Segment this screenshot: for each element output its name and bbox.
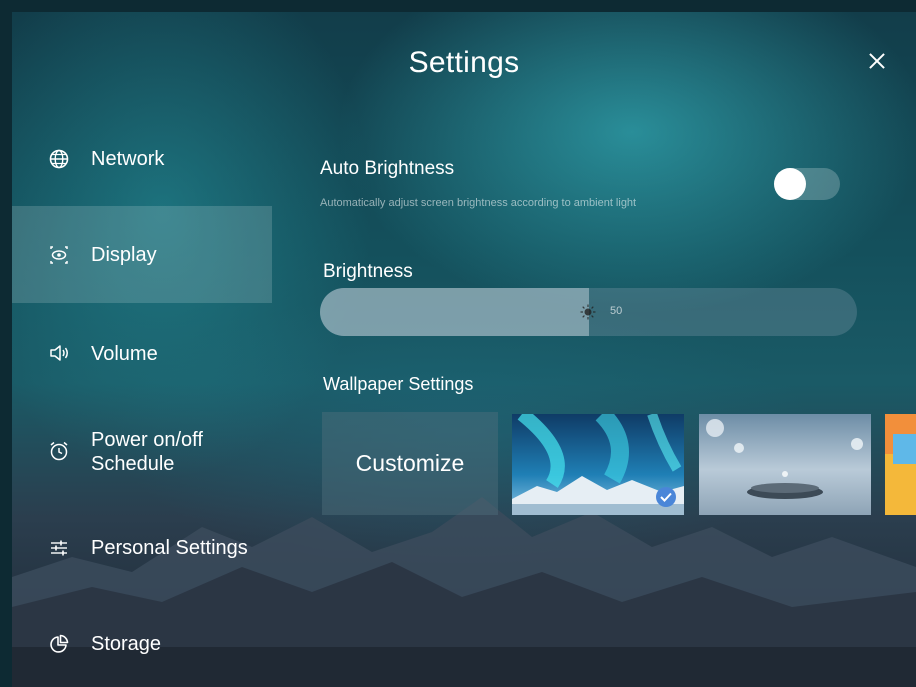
toggle-knob <box>774 168 806 200</box>
sidebar-item-volume[interactable]: Volume <box>12 303 272 400</box>
brightness-slider-fill <box>320 288 589 336</box>
speaker-icon <box>50 345 68 361</box>
sidebar-item-network[interactable]: Network <box>12 110 272 207</box>
sidebar-item-label: Display <box>91 244 157 266</box>
wallpaper-thumbnail-droplets[interactable] <box>699 414 871 515</box>
sidebar-item-label: Network <box>91 148 165 170</box>
selected-check-icon <box>656 487 676 507</box>
water-droplets-image <box>699 414 871 515</box>
wallpaper-thumbnail-abstract[interactable] <box>885 414 916 515</box>
display-eye-icon <box>50 246 68 264</box>
page-title: Settings <box>408 46 520 79</box>
sidebar-item-storage[interactable]: Storage <box>12 596 272 687</box>
sidebar-item-label: Storage <box>91 633 162 655</box>
auto-brightness-toggle[interactable] <box>774 168 840 200</box>
wallpaper-settings-label: Wallpaper Settings <box>323 374 474 394</box>
alarm-clock-icon <box>50 441 68 461</box>
pie-chart-icon <box>50 634 69 653</box>
abstract-color-image <box>885 414 916 515</box>
customize-label: Customize <box>355 450 465 476</box>
auto-brightness-label: Auto Brightness <box>320 158 455 179</box>
customize-wallpaper-button[interactable]: Customize <box>322 412 498 515</box>
settings-window: Settings Network Display Volume Power on… <box>12 12 916 687</box>
close-button[interactable] <box>862 46 892 76</box>
sliders-icon <box>51 540 67 556</box>
sidebar-item-display[interactable]: Display <box>12 206 272 303</box>
sidebar-item-personal-settings[interactable]: Personal Settings <box>12 498 272 595</box>
auto-brightness-description: Automatically adjust screen brightness a… <box>320 197 637 209</box>
sidebar-item-label: Power on/off Schedule <box>91 429 203 475</box>
sidebar-item-label: Personal Settings <box>91 537 248 559</box>
sun-icon <box>580 304 596 320</box>
brightness-label: Brightness <box>323 261 413 282</box>
wallpaper-thumbnail-aurora[interactable] <box>512 414 684 515</box>
globe-icon <box>49 149 69 169</box>
brightness-value: 50 <box>610 305 623 317</box>
sidebar-item-power-schedule[interactable]: Power on/off Schedule <box>12 400 272 497</box>
sidebar-item-label: Volume <box>91 343 158 365</box>
brightness-slider[interactable]: 50 <box>320 288 857 336</box>
